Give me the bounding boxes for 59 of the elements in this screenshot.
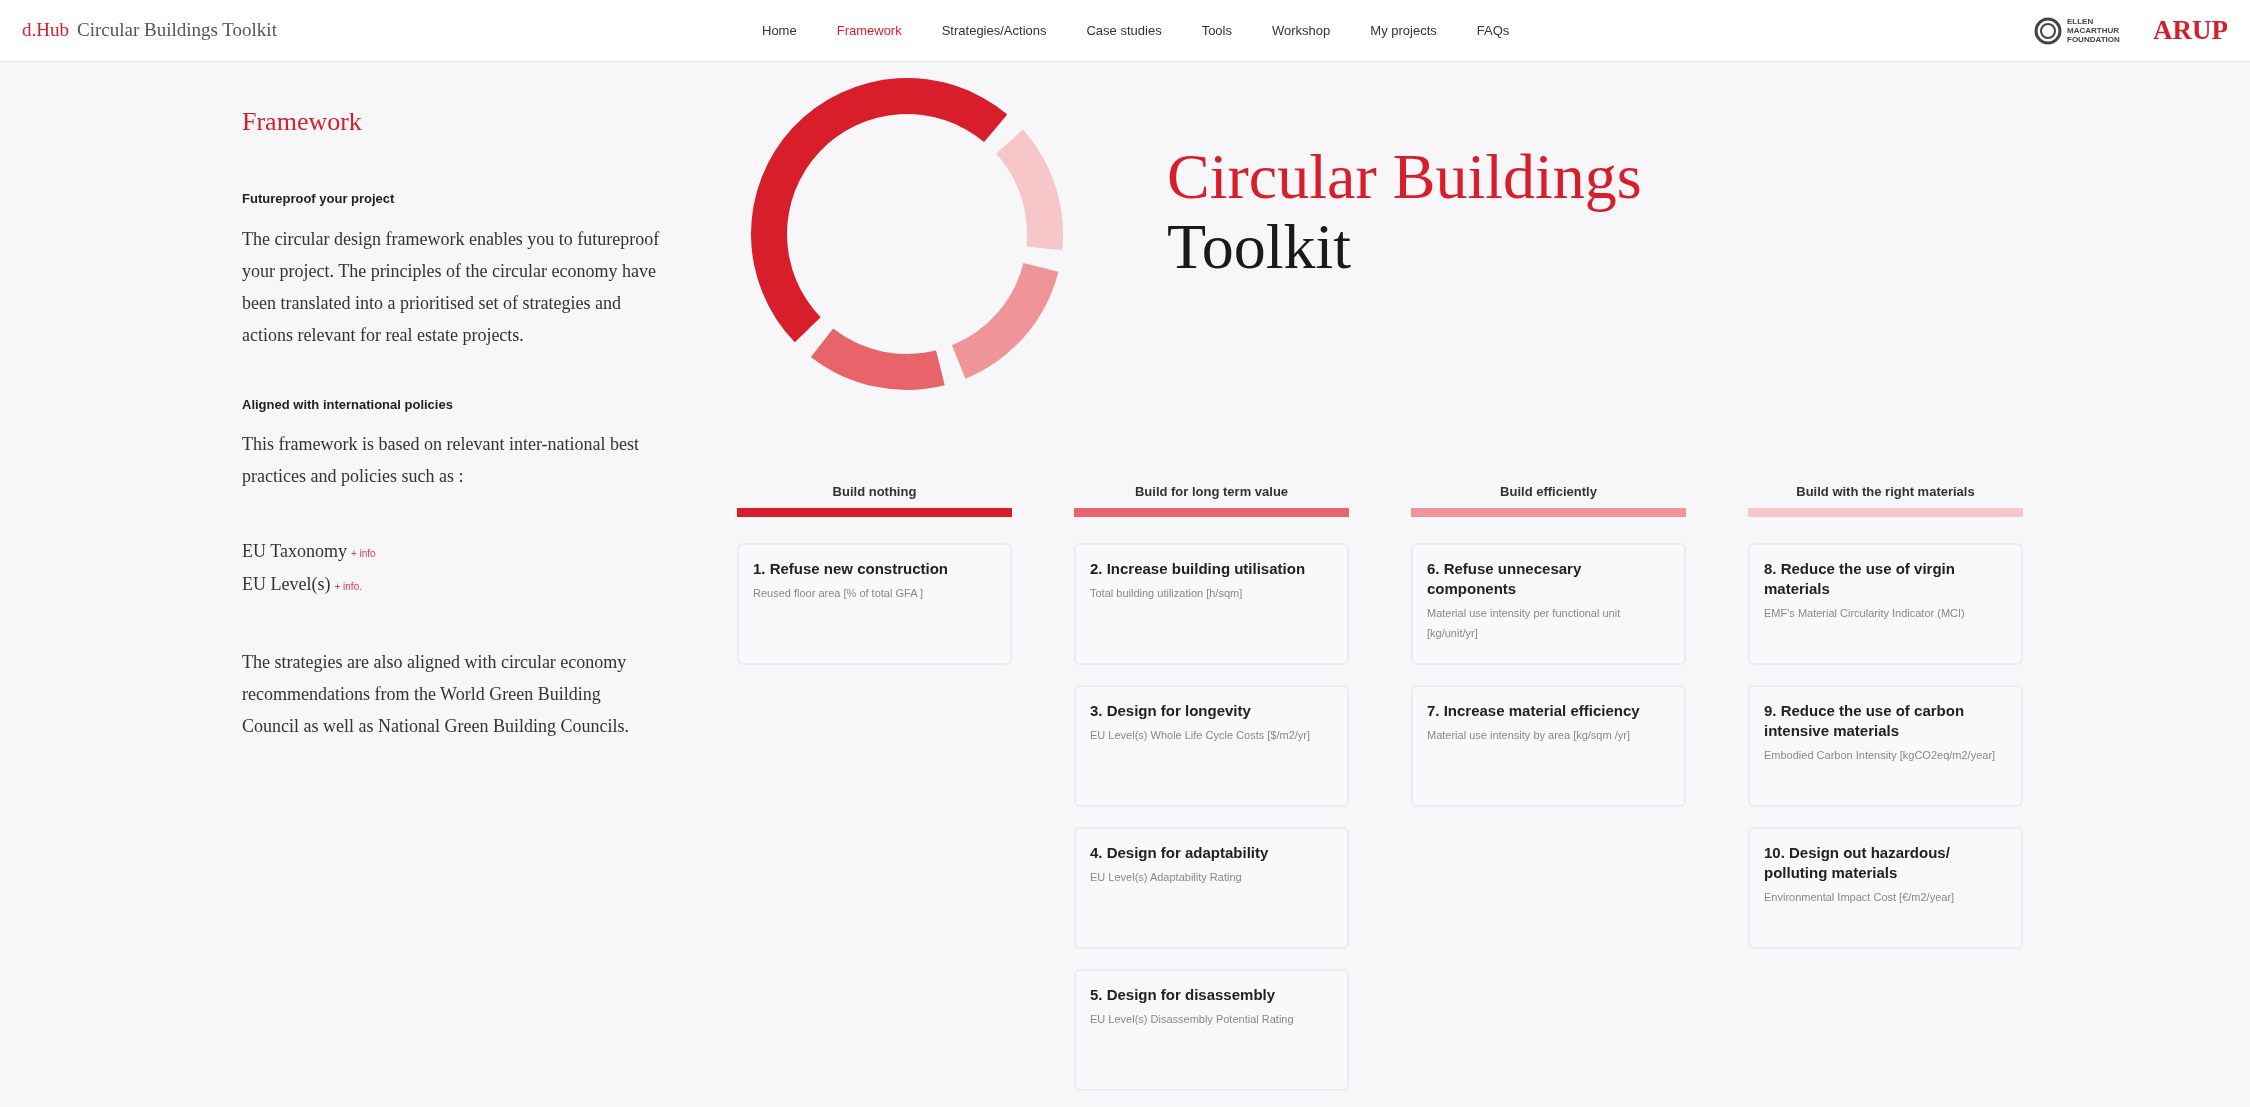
strategy-card[interactable]: 5. Design for disassembly EU Level(s) Disassembly Potential Rating xyxy=(1074,968,1349,1091)
card-title: 5. Design for disassembly xyxy=(1090,984,1276,1005)
card-title: 4. Design for adaptability xyxy=(1090,842,1269,863)
nav-link[interactable]: Workshop xyxy=(1272,20,1331,41)
column-heading: Build nothing xyxy=(831,483,918,501)
nav-link[interactable]: FAQs xyxy=(1476,20,1510,41)
strategy-card[interactable]: 8. Reduce the use of virgin materials EMF's Material Circularity Indicator (MCI) xyxy=(1748,542,2023,665)
paragraph: This framework is based on relevant inter-national best practices and policies such as : xyxy=(242,433,640,488)
card-title: 7. Increase material efficiency xyxy=(1427,700,1640,721)
section-heading: Aligned with international policies xyxy=(242,395,454,414)
nav-link[interactable]: Home xyxy=(762,20,797,41)
card-metric: EU Level(s) Adaptability Rating xyxy=(1090,869,1242,885)
paragraph: The strategies are also aligned with circular economy recommendations from the World Green Building Council as well as National Green Building Councils. xyxy=(242,651,630,738)
paragraph: The circular design framework enables you to futureproof your project. The principles of the circular economy have been translated into a prioritised set of strategies and actions relevant for real estate projects. xyxy=(242,227,660,347)
brand-name[interactable]: d.Hub xyxy=(22,16,69,45)
card-title: 2. Increase building utilisation xyxy=(1090,558,1306,579)
strategy-card[interactable]: 2. Increase building utilisation Total building utilization [h/sqm] xyxy=(1074,542,1349,665)
policy-name: EU Level(s) xyxy=(242,573,331,596)
card-title: 6. Refuse unnecesary components xyxy=(1427,558,1583,599)
card-metric: Total building utilization [h/sqm] xyxy=(1090,585,1243,601)
card-metric: Material use intensity per functional unit [kg/unit/yr] xyxy=(1427,605,1622,641)
strategy-card[interactable]: 1. Refuse new construction Reused floor area [% of total GFA ] xyxy=(737,542,1012,665)
hero-subtitle: Toolkit xyxy=(1167,212,1352,282)
strategy-card[interactable]: 3. Design for longevity EU Level(s) Whole Life Cycle Costs [$/m2/yr] xyxy=(1074,684,1349,807)
sidebar-title: Framework xyxy=(242,106,363,138)
card-metric: EU Level(s) Disassembly Potential Rating xyxy=(1090,1011,1294,1027)
card-metric: Embodied Carbon Intensity [kgCO2eq/m2/year] xyxy=(1764,747,1996,763)
card-title: 8. Reduce the use of virgin materials xyxy=(1764,558,1956,599)
strategy-card[interactable]: 4. Design for adaptability EU Level(s) Adaptability Rating xyxy=(1074,826,1349,949)
nav-link[interactable]: Case studies xyxy=(1086,20,1162,41)
card-title: 10. Design out hazardous/ polluting materials xyxy=(1764,842,1951,883)
foundation-logo[interactable]: ELLEN MACARTHUR FOUNDATION xyxy=(2033,15,2137,46)
policy-name: EU Taxonomy xyxy=(242,540,347,563)
nav-link[interactable]: Framework xyxy=(836,20,902,41)
card-metric: EU Level(s) Whole Life Cycle Costs [$/m2/yr] xyxy=(1090,727,1311,743)
section-heading: Futureproof your project xyxy=(242,190,396,208)
card-metric: Material use intensity by area [kg/sqm /yr] xyxy=(1427,727,1630,743)
card-metric: EMF's Material Circularity Indicator (MCI) xyxy=(1764,605,1965,621)
strategy-card[interactable]: 7. Increase material efficiency Material use intensity by area [kg/sqm /yr] xyxy=(1411,684,1686,807)
arup-logo[interactable]: ARUP xyxy=(2153,10,2228,51)
column-heading: Build with the right materials xyxy=(1795,483,1976,501)
strategy-card[interactable]: 6. Refuse unnecesary components Material use intensity per functional unit [kg/unit/yr] xyxy=(1411,542,1686,665)
column-heading: Build efficiently xyxy=(1499,483,1598,501)
nav-link[interactable]: Tools xyxy=(1201,20,1232,41)
app-title[interactable]: Circular Buildings Toolkit xyxy=(77,16,277,45)
strategy-card[interactable]: 10. Design out hazardous/ polluting materials Environmental Impact Cost [€/m2/year] xyxy=(1748,826,2023,949)
card-title: 3. Design for longevity xyxy=(1090,700,1251,721)
card-metric: Environmental Impact Cost [€/m2/year] xyxy=(1764,889,1955,905)
info-link[interactable]: + info xyxy=(350,539,376,569)
card-title: 9. Reduce the use of carbon intensive materials xyxy=(1764,700,1966,741)
info-link[interactable]: + info. xyxy=(334,572,362,602)
nav-link[interactable]: Strategies/Actions xyxy=(941,20,1047,41)
card-metric: Reused floor area [% of total GFA ] xyxy=(753,585,923,601)
column-heading: Build for long term value xyxy=(1133,483,1290,501)
hero-title: Circular Buildings xyxy=(1167,142,1642,212)
card-title: 1. Refuse new construction xyxy=(753,558,949,579)
strategy-card[interactable]: 9. Reduce the use of carbon intensive materials Embodied Carbon Intensity [kgCO2eq/m2/year] xyxy=(1748,684,2023,807)
nav-link[interactable]: My projects xyxy=(1370,20,1437,41)
ring-icon xyxy=(2033,15,2063,46)
